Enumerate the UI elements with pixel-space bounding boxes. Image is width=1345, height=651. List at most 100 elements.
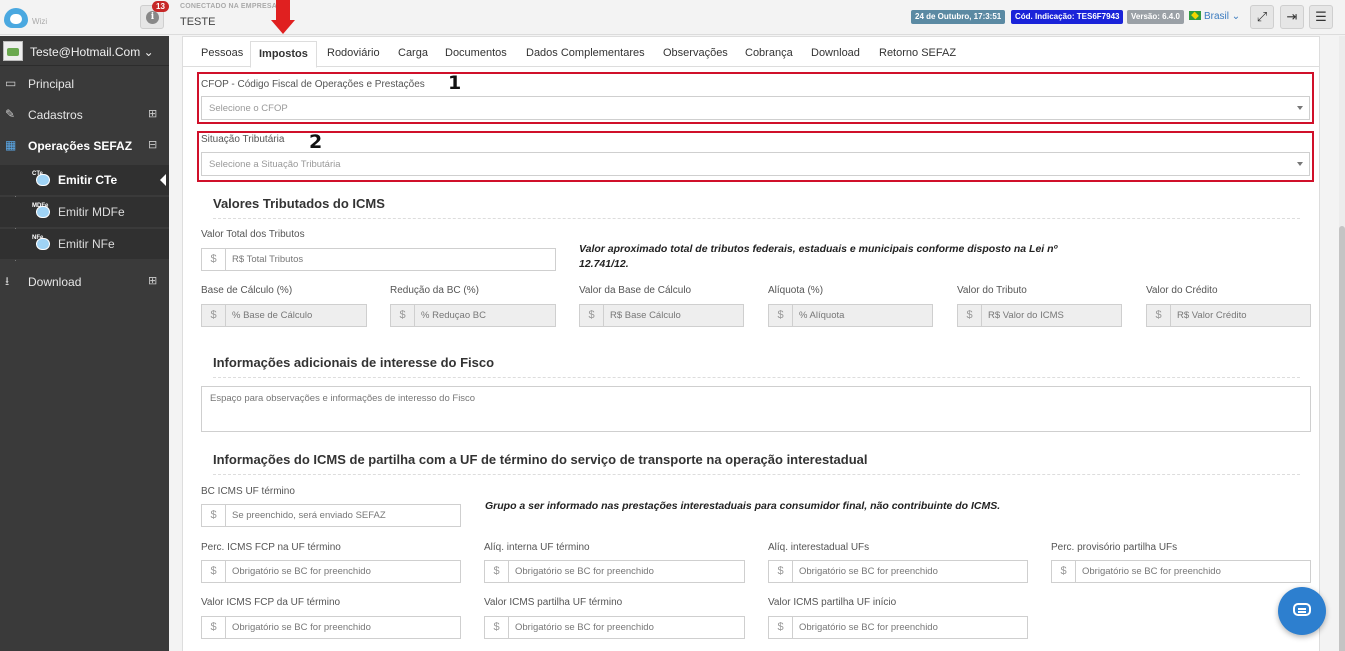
- fisco-textarea[interactable]: Espaço para observações e informações de…: [201, 386, 1311, 432]
- valor-partilha-inicio-input[interactable]: $ Obrigatório se BC for preenchido: [768, 616, 1028, 639]
- valor-base-calculo-label: Valor da Base de Cálculo: [579, 285, 692, 296]
- cfop-select[interactable]: Selecione o CFOP: [201, 96, 1310, 120]
- valor-tributo-label: Valor do Tributo: [957, 285, 1027, 296]
- dropdown-caret-icon: [1297, 162, 1303, 166]
- expand-icon: ⊞: [148, 108, 158, 120]
- dollar-icon: $: [202, 249, 226, 270]
- dollar-icon: $: [769, 305, 793, 326]
- sidebar-item-operacoes-sefaz[interactable]: ▦ Operações SEFAZ ⊟: [0, 132, 169, 160]
- aliquota-label: Alíquota (%): [768, 285, 824, 296]
- page-scrollbar[interactable]: [1339, 36, 1345, 651]
- sidebar-subitem-emitir-cte[interactable]: CTe Emitir CTe: [0, 165, 169, 195]
- sidebar-subitem-emitir-mdfe[interactable]: MDFe Emitir MDFe: [0, 197, 169, 227]
- dollar-icon: $: [202, 617, 226, 638]
- date-tag: 24 de Outubro, 17:3:51: [911, 10, 1006, 24]
- icms-note: Valor aproximado total de tributos feder…: [579, 243, 1058, 270]
- valor-credito-placeholder: R$ Valor Crédito: [1177, 310, 1247, 321]
- total-tributos-input[interactable]: $ R$ Total Tributos: [201, 248, 556, 271]
- total-tributos-label: Valor Total dos Tributos: [201, 229, 305, 240]
- dollar-icon: $: [958, 305, 982, 326]
- tab-rodoviario[interactable]: Rodoviário: [327, 47, 380, 59]
- sidebar-subitem-label: Emitir NFe: [58, 237, 115, 251]
- expand-icon: ⊞: [148, 275, 158, 287]
- user-email: Teste@Hotmail.Com ⌄: [30, 45, 154, 59]
- valor-tributo-placeholder: R$ Valor do ICMS: [988, 310, 1064, 321]
- valor-credito-label: Valor do Crédito: [1146, 285, 1218, 296]
- tab-download[interactable]: Download: [811, 47, 860, 59]
- company-caption: CONECTADO NA EMPRESA: [180, 3, 277, 10]
- dollar-icon: $: [1147, 305, 1171, 326]
- main-card: Pessoas Impostos Rodoviário Carga Docume…: [182, 36, 1320, 651]
- partilha-section-title: Informações do ICMS de partilha com a UF…: [213, 452, 868, 467]
- reducao-bc-label: Redução da BC (%): [390, 285, 479, 296]
- windows-icon: ▦: [5, 138, 17, 152]
- marker-2: 2: [309, 131, 323, 153]
- language-label: Brasil: [1204, 11, 1230, 22]
- user-menu[interactable]: Teste@Hotmail.Com ⌄: [0, 36, 169, 66]
- bc-icms-uf-label: BC ICMS UF término: [201, 486, 295, 497]
- tab-retorno-sefaz[interactable]: Retorno SEFAZ: [879, 47, 956, 59]
- brazil-flag-icon: [1189, 11, 1201, 20]
- logout-button[interactable]: ⇥: [1280, 5, 1304, 29]
- tab-dados-complementares[interactable]: Dados Complementares: [526, 47, 645, 59]
- collapse-icon: ⊟: [148, 139, 158, 151]
- aliq-interna-placeholder: Obrigatório se BC for preenchido: [515, 566, 654, 577]
- sidebar-item-download[interactable]: ⭳ Download ⊞: [0, 268, 169, 296]
- mdfe-icon: MDFe: [32, 203, 54, 221]
- aliq-interna-input[interactable]: $ Obrigatório se BC for preenchido: [484, 560, 745, 583]
- chat-button[interactable]: [1278, 587, 1326, 635]
- base-calculo-pct-input[interactable]: $ % Base de Cálculo: [201, 304, 367, 327]
- fullscreen-button[interactable]: ⤢: [1250, 5, 1274, 29]
- sidebar-subitem-emitir-nfe[interactable]: NFe Emitir NFe: [0, 229, 169, 259]
- notification-badge: 13: [152, 1, 169, 12]
- info-icon: i: [146, 11, 159, 24]
- situacao-select[interactable]: Selecione a Situação Tributária: [201, 152, 1310, 176]
- valor-partilha-termino-input[interactable]: $ Obrigatório se BC for preenchido: [484, 616, 745, 639]
- base-calculo-pct-placeholder: % Base de Cálculo: [232, 310, 313, 321]
- sidebar-item-principal[interactable]: ▭ Principal: [0, 70, 169, 98]
- sidebar-item-label: Operações SEFAZ: [28, 139, 133, 153]
- section-divider: [213, 377, 1300, 378]
- aliquota-input[interactable]: $ % Alíquota: [768, 304, 933, 327]
- menu-button[interactable]: ☰: [1309, 5, 1333, 29]
- perc-provisorio-input[interactable]: $ Obrigatório se BC for preenchido: [1051, 560, 1311, 583]
- chevron-down-icon: ⌄: [1231, 11, 1241, 22]
- company-name: TESTE: [180, 16, 216, 28]
- valor-base-calculo-input[interactable]: $ R$ Base Cálculo: [579, 304, 744, 327]
- tab-impostos[interactable]: Impostos: [250, 41, 317, 68]
- tab-carga[interactable]: Carga: [398, 47, 428, 59]
- section-divider: [213, 218, 1300, 219]
- logo-text: Wizi: [32, 17, 48, 26]
- cfop-label: CFOP - Código Fiscal de Operações e Pres…: [201, 79, 425, 90]
- aliq-interestadual-input[interactable]: $ Obrigatório se BC for preenchido: [768, 560, 1028, 583]
- sidebar-item-label: Cadastros: [28, 108, 83, 122]
- valor-credito-input[interactable]: $ R$ Valor Crédito: [1146, 304, 1311, 327]
- tab-observacoes[interactable]: Observações: [663, 47, 728, 59]
- valor-tributo-input[interactable]: $ R$ Valor do ICMS: [957, 304, 1122, 327]
- fisco-placeholder: Espaço para observações e informações de…: [210, 393, 476, 404]
- scrollbar-thumb[interactable]: [1339, 226, 1345, 651]
- perc-fcp-input[interactable]: $ Obrigatório se BC for preenchido: [201, 560, 461, 583]
- tab-cobranca[interactable]: Cobrança: [745, 47, 793, 59]
- valor-partilha-termino-placeholder: Obrigatório se BC for preenchido: [515, 622, 654, 633]
- monitor-icon: ▭: [5, 76, 17, 90]
- aliq-interestadual-label: Alíq. interestadual UFs: [768, 542, 870, 553]
- sidebar-item-cadastros[interactable]: ✎ Cadastros ⊞: [0, 101, 169, 129]
- valor-fcp-input[interactable]: $ Obrigatório se BC for preenchido: [201, 616, 461, 639]
- cte-icon: CTe: [32, 171, 54, 189]
- valor-partilha-inicio-placeholder: Obrigatório se BC for preenchido: [799, 622, 938, 633]
- sidebar-subitem-label: Emitir MDFe: [58, 205, 125, 219]
- reducao-bc-input[interactable]: $ % Reduçao BC: [390, 304, 556, 327]
- perc-provisorio-label: Perc. provisório partilha UFs: [1051, 542, 1178, 553]
- dollar-icon: $: [202, 305, 226, 326]
- valor-fcp-placeholder: Obrigatório se BC for preenchido: [232, 622, 371, 633]
- bc-icms-uf-input[interactable]: $ Se preenchido, será enviado SEFAZ: [201, 504, 461, 527]
- avatar: [3, 41, 23, 61]
- chat-icon: [1293, 603, 1311, 616]
- language-selector[interactable]: Brasil ⌄: [1189, 11, 1240, 22]
- notifications-button[interactable]: i 13: [140, 1, 169, 29]
- tab-documentos[interactable]: Documentos: [445, 47, 507, 59]
- situacao-label: Situação Tributária: [201, 134, 285, 145]
- tab-pessoas[interactable]: Pessoas: [201, 47, 243, 59]
- app-logo[interactable]: Wizi: [4, 6, 48, 30]
